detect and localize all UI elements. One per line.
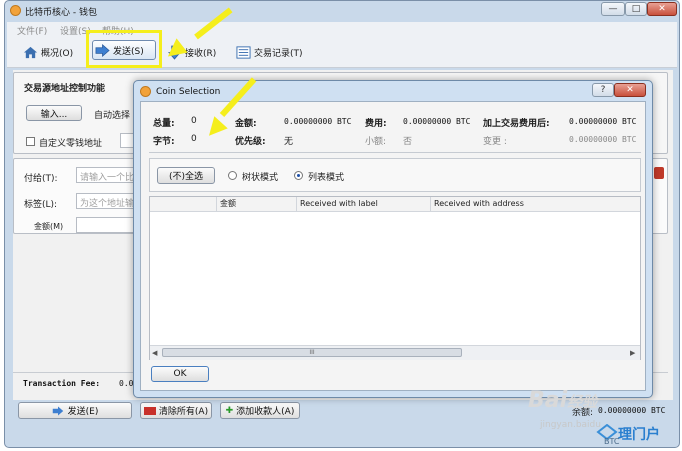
custom-change-checkbox[interactable] xyxy=(26,137,35,146)
add-recipient-button[interactable]: ✚ 添加收款人(A) xyxy=(220,402,300,419)
remove-recipient-icon[interactable] xyxy=(654,167,664,179)
overview-tab[interactable]: 概况(O) xyxy=(23,41,73,63)
dialog-help-button[interactable]: ? xyxy=(592,83,614,97)
low-output-value: 否 xyxy=(403,137,413,147)
bitcoin-app-icon xyxy=(140,86,151,97)
pay-to-label: 付给(T): xyxy=(24,174,58,184)
watermark-corner-sub: BTC xyxy=(604,437,620,446)
plus-icon: ✚ xyxy=(225,405,234,416)
after-fee-value: 0.00000000 BTC xyxy=(569,117,637,126)
overview-label: 概况(O) xyxy=(41,48,74,59)
quantity-label: 总量: xyxy=(153,119,175,129)
pay-to-input[interactable]: 请输入一个比 xyxy=(76,167,136,183)
coin-list-header: 金额 Received with label Received with add… xyxy=(150,197,640,212)
close-button[interactable]: ✕ xyxy=(647,2,677,16)
tree-mode-radio[interactable] xyxy=(228,171,237,180)
inputs-button[interactable]: 输入... xyxy=(26,105,82,121)
priority-label: 优先级: xyxy=(235,137,266,147)
highlight-box xyxy=(86,30,162,68)
menu-file[interactable]: 文件(F) xyxy=(17,24,47,37)
change-label: 变更 : xyxy=(483,137,507,147)
fee-summary-value: 0.00000000 BTC xyxy=(403,117,471,126)
amount-label: 金额(M) xyxy=(34,222,64,231)
label-input[interactable]: 为这个地址输 xyxy=(76,193,136,209)
coin-list[interactable]: 金额 Received with label Received with add… xyxy=(149,196,641,360)
amount-summary-value: 0.00000000 BTC xyxy=(284,117,352,126)
minimize-button[interactable]: — xyxy=(601,2,625,16)
bitcoin-app-icon xyxy=(10,5,21,16)
watermark-site: jingyan.baidu xyxy=(540,420,601,430)
scroll-thumb[interactable]: III xyxy=(162,348,462,357)
list-icon xyxy=(236,45,251,59)
home-icon xyxy=(23,46,38,58)
auto-select-text: 自动选择 xyxy=(94,111,131,121)
coin-control-title: 交易源地址控制功能 xyxy=(24,84,106,94)
list-mode-radio[interactable] xyxy=(294,171,303,180)
after-fee-label: 加上交易费用后: xyxy=(483,119,550,129)
bytes-label: 字节: xyxy=(153,137,175,147)
dialog-body: 总量: 0 金额: 0.00000000 BTC 费用: 0.00000000 … xyxy=(140,101,646,391)
column-amount[interactable]: 金额 xyxy=(217,197,297,211)
low-output-label: 小额: xyxy=(365,137,387,147)
clear-all-button[interactable]: 清除所有(A) xyxy=(140,402,212,419)
tx-fee-value: 0.0 xyxy=(119,379,134,388)
title-bar: 比特币核心 - 钱包 — □ ✕ xyxy=(5,1,679,21)
add-recipient-label: 添加收款人(A) xyxy=(236,407,295,417)
send-arrow-icon xyxy=(52,406,63,415)
watermark-corner: 理门户 xyxy=(618,427,660,443)
select-all-button[interactable]: (不)全选 xyxy=(157,167,215,184)
column-checkbox[interactable] xyxy=(150,197,217,211)
label-label: 标签(L): xyxy=(24,200,58,210)
amount-input[interactable] xyxy=(76,217,136,233)
custom-change-label: 自定义零钱地址 xyxy=(39,139,103,149)
balance-value: 0.00000000 BTC xyxy=(598,406,666,415)
divider xyxy=(149,152,641,153)
fee-summary-label: 费用: xyxy=(365,119,387,129)
scroll-left-icon[interactable]: ◀ xyxy=(152,349,157,357)
dialog-close-button[interactable]: ✕ xyxy=(614,83,646,97)
selection-mode-bar: (不)全选 树状模式 列表模式 xyxy=(149,158,641,192)
tree-mode-label: 树状模式 xyxy=(242,173,279,183)
send-coins-label: 发送(E) xyxy=(67,407,99,417)
receive-label: 接收(R) xyxy=(185,48,217,59)
amount-summary-label: 金额: xyxy=(235,119,257,129)
change-value: 0.00000000 BTC xyxy=(569,135,637,144)
scroll-right-icon[interactable]: ▶ xyxy=(630,349,635,357)
window-title: 比特币核心 - 钱包 xyxy=(25,8,97,18)
bytes-value: 0 xyxy=(191,134,197,144)
list-mode-label: 列表模式 xyxy=(308,173,345,183)
eraser-icon xyxy=(143,406,156,415)
ok-button[interactable]: OK xyxy=(151,366,209,382)
transactions-tab[interactable]: 交易记录(T) xyxy=(236,41,303,63)
clear-all-label: 清除所有(A) xyxy=(158,407,209,417)
watermark-brand: Bai经验 xyxy=(528,388,598,413)
tx-fee-label: Transaction Fee: xyxy=(23,379,101,388)
send-coins-button[interactable]: 发送(E) xyxy=(18,402,132,419)
dialog-title: Coin Selection xyxy=(156,87,221,97)
maximize-button[interactable]: □ xyxy=(625,2,647,16)
transactions-label: 交易记录(T) xyxy=(254,48,303,59)
column-label[interactable]: Received with label xyxy=(297,197,431,211)
quantity-value: 0 xyxy=(191,116,197,126)
horizontal-scrollbar[interactable]: ◀ III ▶ xyxy=(150,345,640,360)
priority-value: 无 xyxy=(284,137,294,147)
column-address[interactable]: Received with address xyxy=(431,197,640,211)
